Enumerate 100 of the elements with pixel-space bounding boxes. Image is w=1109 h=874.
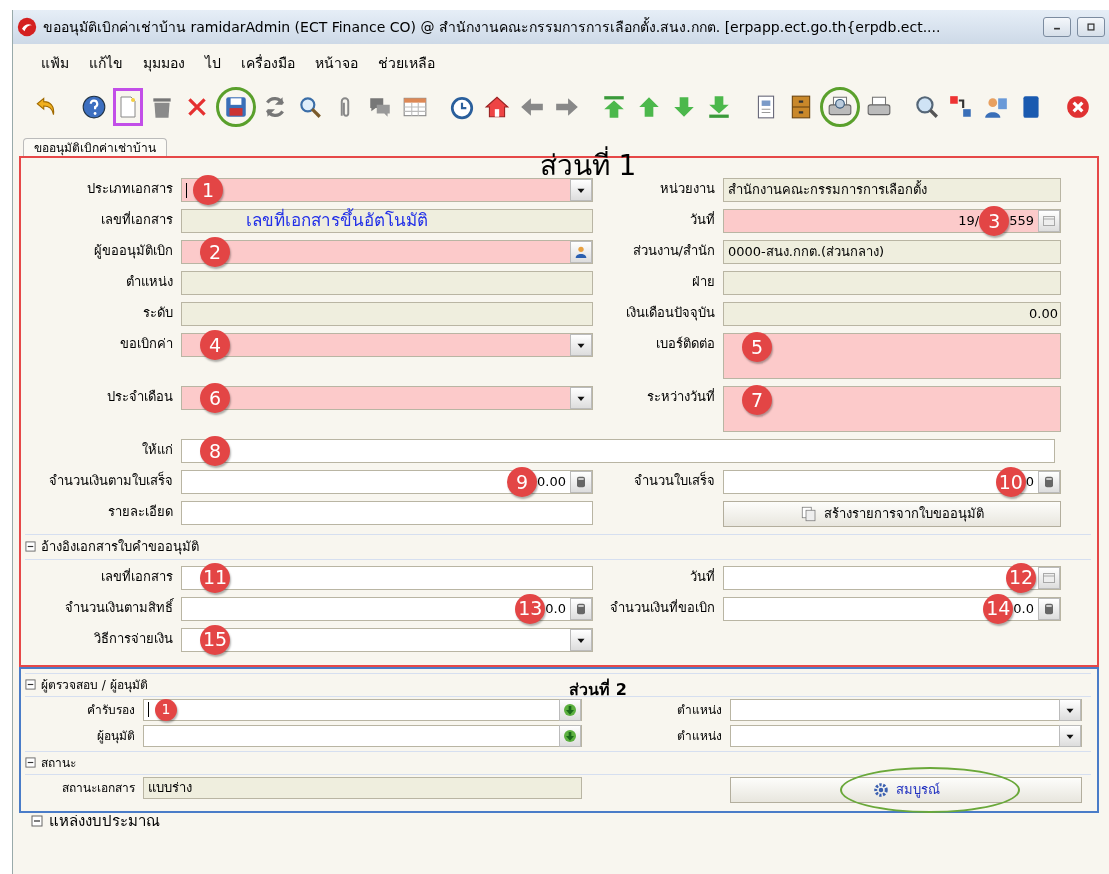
maximize-button[interactable] bbox=[1077, 17, 1105, 37]
number-field[interactable]: 10 0 bbox=[723, 470, 1061, 494]
menu-item[interactable]: เครื่องมือ bbox=[233, 50, 303, 76]
maximize-icon bbox=[1084, 22, 1098, 32]
input-field[interactable]: สำนักงานคณะกรรมการการเลือกตั้ง bbox=[723, 178, 1061, 202]
input-field[interactable]: 11 bbox=[181, 565, 593, 590]
clock-icon bbox=[449, 94, 475, 120]
input-field[interactable] bbox=[181, 271, 593, 295]
menu-item[interactable]: มุมมอง bbox=[135, 50, 193, 76]
field-label: ขอเบิกค่า bbox=[119, 335, 174, 353]
minimize-button[interactable] bbox=[1043, 17, 1071, 37]
date-field[interactable]: 12 bbox=[723, 565, 1061, 590]
section-heading: ส่วนที่ 2 bbox=[569, 680, 627, 699]
field-label: รายละเอียด bbox=[107, 503, 174, 521]
action-button[interactable]: สร้างรายการจากใบขออนุมัติ bbox=[723, 501, 1061, 527]
dropdown-button[interactable] bbox=[1059, 698, 1081, 721]
dropdown-field[interactable]: 1 bbox=[181, 178, 593, 202]
dropdown-button[interactable] bbox=[570, 387, 592, 409]
annotation-text: เลขที่เอกสารขึ้นอัตโนมัติ bbox=[246, 208, 428, 233]
field-label: จำนวนเงินตามใบเสร็จ bbox=[48, 470, 174, 490]
menu-item[interactable]: แฟ้ม bbox=[33, 50, 77, 76]
arrow-up-icon bbox=[601, 94, 627, 120]
tab[interactable]: ขออนุมัติเบิกค่าเช่าบ้าน bbox=[23, 138, 167, 156]
number-marker: 14 bbox=[983, 593, 1014, 624]
input-field[interactable]: แบบร่าง bbox=[143, 776, 582, 799]
lookup-field[interactable]: 2 bbox=[181, 240, 593, 264]
menu-item[interactable]: ช่วยเหลือ bbox=[370, 50, 443, 76]
field-label: ส่วนงาน/สำนัก bbox=[631, 242, 716, 260]
input-field[interactable] bbox=[723, 271, 1061, 295]
number-field[interactable]: 0.00 bbox=[723, 302, 1061, 326]
number-marker: 2 bbox=[200, 237, 230, 267]
arrow-down-icon bbox=[706, 94, 732, 120]
search-icon bbox=[297, 94, 323, 120]
export-icon bbox=[948, 94, 974, 120]
number-field[interactable]: 13 0.0 bbox=[181, 596, 593, 621]
menu-item[interactable]: ไป bbox=[197, 50, 229, 76]
group-title: ผู้ตรวจสอบ / ผู้อนุมัติ bbox=[41, 676, 148, 694]
text-area[interactable]: 7 bbox=[723, 386, 1061, 432]
field-label: ฝ่าย bbox=[691, 273, 716, 291]
number-marker: 12 bbox=[1006, 562, 1036, 593]
dropdown-button[interactable] bbox=[570, 334, 592, 356]
number-marker: 10 bbox=[995, 467, 1026, 497]
copy-icon bbox=[800, 505, 818, 523]
input-field[interactable]: 8 bbox=[181, 439, 1055, 463]
number-field[interactable]: 14 0.0 bbox=[723, 596, 1061, 621]
dropdown-field[interactable] bbox=[730, 698, 1082, 721]
field-label: วันที่ bbox=[689, 567, 716, 586]
lookup-field[interactable]: 1 bbox=[143, 698, 582, 721]
number-marker: 13 bbox=[515, 593, 546, 624]
group-title: แหล่งงบประมาณ bbox=[49, 814, 160, 827]
dropdown-field[interactable]: 4 bbox=[181, 333, 593, 357]
number-field[interactable]: 9 0.00 bbox=[181, 470, 593, 494]
field-label: หน่วยงาน bbox=[659, 180, 716, 198]
field-label: ประจำเดือน bbox=[106, 388, 174, 406]
lookup-button[interactable] bbox=[559, 724, 581, 747]
field-label: เบอร์ติดต่อ bbox=[655, 335, 716, 353]
field-label: เงินเดือนปัจจุบัน bbox=[625, 304, 716, 323]
menu-item[interactable]: แก้ไข bbox=[81, 50, 131, 76]
input-field[interactable] bbox=[181, 302, 593, 326]
field-label: ผู้อนุมัติ bbox=[96, 727, 136, 746]
arrow-down-icon bbox=[562, 727, 578, 744]
person-icon bbox=[573, 244, 589, 260]
number-marker: 5 bbox=[742, 332, 772, 362]
calculator-button[interactable] bbox=[570, 471, 592, 493]
field-label: ผู้ขออนุมัติเบิก bbox=[93, 242, 174, 261]
dropdown-button[interactable] bbox=[570, 179, 592, 201]
lookup-button[interactable] bbox=[559, 698, 581, 721]
field-label: ตำแหน่ง bbox=[125, 273, 174, 291]
field-label: ตำแหน่ง bbox=[676, 701, 723, 719]
calculator-button[interactable] bbox=[1038, 471, 1060, 493]
floppy-button[interactable] bbox=[216, 87, 256, 127]
lookup-button[interactable] bbox=[570, 241, 592, 263]
menu-item[interactable]: หน้าจอ bbox=[307, 50, 366, 76]
input-field[interactable]: 0000-สนง.กกต.(ส่วนกลาง) bbox=[723, 240, 1061, 264]
dropdown-button[interactable] bbox=[570, 628, 592, 651]
field-label: ให้แก่ bbox=[141, 441, 174, 459]
field-label: วันที่ bbox=[689, 210, 716, 229]
field-label: ตำแหน่ง bbox=[676, 727, 723, 745]
field-label: สถานะเอกสาร bbox=[61, 779, 136, 797]
number-marker: 1 bbox=[193, 175, 223, 205]
dropdown-field[interactable]: 15 bbox=[181, 627, 593, 652]
printer-button[interactable] bbox=[820, 87, 860, 127]
calculator-button[interactable] bbox=[570, 597, 592, 620]
date-field[interactable]: 19/ 3 559 bbox=[723, 209, 1061, 233]
input-field[interactable]: เลขที่เอกสารขึ้นอัตโนมัติ bbox=[181, 209, 593, 233]
number-marker: 15 bbox=[200, 624, 230, 655]
help-icon bbox=[81, 94, 107, 120]
dropdown-button[interactable] bbox=[1059, 724, 1081, 747]
number-marker: 6 bbox=[200, 383, 230, 413]
number-marker: 1 bbox=[155, 698, 177, 721]
dropdown-field[interactable]: 6 bbox=[181, 386, 593, 410]
text-area[interactable]: 5 bbox=[723, 333, 1061, 379]
lookup-field[interactable] bbox=[143, 724, 582, 747]
close-icon bbox=[1065, 94, 1091, 120]
document-button[interactable] bbox=[113, 88, 143, 126]
action-button[interactable]: สมบูรณ์ bbox=[730, 776, 1082, 803]
number-marker: 3 bbox=[979, 206, 1010, 236]
dropdown-field[interactable] bbox=[730, 724, 1082, 747]
input-field[interactable] bbox=[181, 501, 593, 525]
calculator-button[interactable] bbox=[1038, 597, 1060, 620]
